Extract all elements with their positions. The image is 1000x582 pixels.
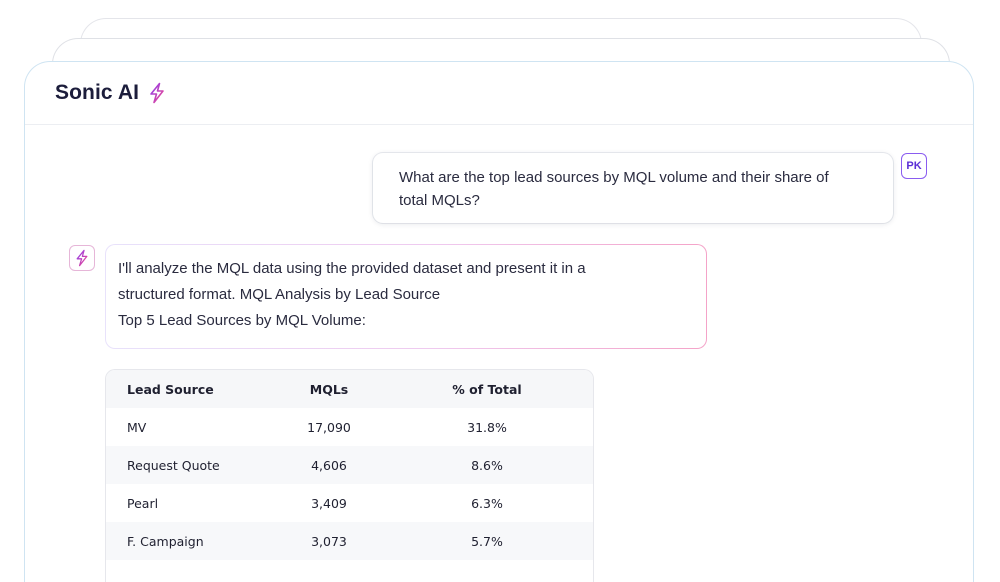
cell-percent: 5.7% bbox=[471, 533, 503, 549]
app-title: Sonic AI bbox=[55, 81, 140, 104]
cell-mqls: 4,606 bbox=[311, 457, 347, 473]
mql-table: Lead Source MQLs % of Total MV 17,090 31… bbox=[105, 369, 594, 582]
user-avatar: PK bbox=[901, 153, 927, 179]
table-row: Request Quote 4,606 8.6% bbox=[106, 446, 593, 484]
cell-lead-source: MV bbox=[127, 419, 147, 435]
table-row: Pearl 3,409 6.3% bbox=[106, 484, 593, 522]
column-header-lead-source: Lead Source bbox=[127, 381, 214, 397]
assistant-avatar bbox=[69, 245, 95, 271]
chat-window: Sonic AI What are the top lead sources b… bbox=[24, 61, 974, 582]
lightning-bolt-icon bbox=[76, 249, 88, 267]
column-header-mqls: MQLs bbox=[309, 381, 349, 397]
cell-mqls: 3,409 bbox=[311, 495, 347, 511]
table-row: F. Campaign 3,073 5.7% bbox=[106, 522, 593, 560]
user-message-bubble: What are the top lead sources by MQL vol… bbox=[373, 153, 893, 223]
cell-lead-source: F. Campaign bbox=[127, 533, 204, 549]
column-header-percent: % of Total bbox=[452, 381, 522, 397]
cell-lead-source: Pearl bbox=[127, 495, 159, 511]
cell-percent: 31.8% bbox=[467, 419, 507, 435]
chat-header: Sonic AI bbox=[25, 62, 973, 125]
user-message-line: total MQLs? bbox=[399, 192, 480, 209]
lightning-bolt-icon bbox=[147, 82, 167, 104]
assistant-message-line: I'll analyze the MQL data using the prov… bbox=[118, 260, 586, 277]
assistant-message-line: Top 5 Lead Sources by MQL Volume: bbox=[118, 312, 366, 329]
table-header-row: Lead Source MQLs % of Total bbox=[106, 370, 593, 408]
cell-mqls: 3,073 bbox=[311, 533, 347, 549]
cell-percent: 6.3% bbox=[471, 495, 503, 511]
table-row: MV 17,090 31.8% bbox=[106, 408, 593, 446]
user-message-line: What are the top lead sources by MQL vol… bbox=[399, 169, 829, 186]
cell-percent: 8.6% bbox=[471, 457, 503, 473]
assistant-message-bubble: I'll analyze the MQL data using the prov… bbox=[105, 244, 707, 349]
assistant-message-line: structured format. MQL Analysis by Lead … bbox=[118, 286, 441, 303]
cell-lead-source: Request Quote bbox=[127, 457, 220, 473]
cell-mqls: 17,090 bbox=[307, 419, 351, 435]
assistant-message-text: I'll analyze the MQL data using the prov… bbox=[106, 245, 706, 348]
